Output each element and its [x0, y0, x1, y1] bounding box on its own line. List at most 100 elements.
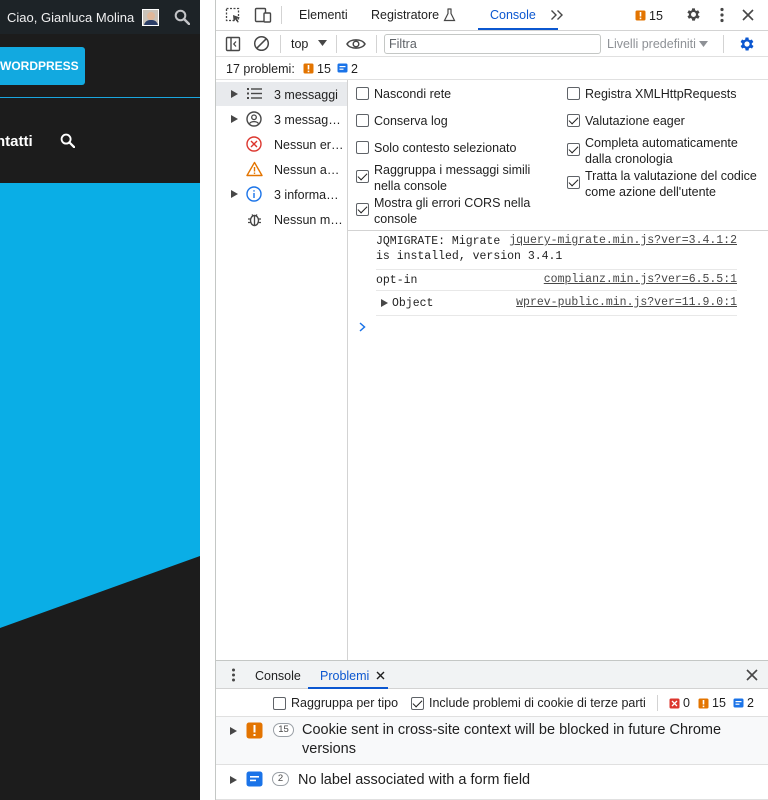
hero-banner — [0, 183, 200, 800]
issues-warning-icon — [303, 63, 314, 74]
include-third-party-checkbox[interactable] — [411, 697, 424, 710]
more-tabs-icon[interactable] — [550, 9, 564, 21]
eye-icon[interactable] — [346, 37, 366, 51]
nav-search-icon[interactable] — [60, 133, 75, 148]
drawer-info-count: 2 — [747, 696, 754, 710]
sidebar-item-errors[interactable]: Nessun errore — [216, 132, 347, 156]
checkbox[interactable] — [356, 170, 369, 183]
expand-arrow-icon[interactable] — [231, 190, 238, 198]
console-message[interactable]: Object wprev-public.min.js?ver=11.9.0:1 — [376, 291, 737, 316]
avatar[interactable] — [142, 9, 159, 26]
close-tab-icon[interactable] — [376, 671, 385, 680]
error-count-icon — [669, 698, 680, 709]
checkbox[interactable] — [356, 141, 369, 154]
console-toolbar: top Livelli predefiniti — [216, 31, 768, 57]
sidebar-item-label: Nessun messaggio dettagliato — [274, 213, 344, 227]
message-source-link[interactable]: wprev-public.min.js?ver=11.9.0:1 — [516, 296, 737, 309]
sidebar-item-label: 3 messaggi utente — [274, 113, 344, 127]
filter-input[interactable] — [384, 34, 601, 54]
sidebar-toggle-icon[interactable] — [225, 36, 241, 52]
console-sidebar: 3 messaggi 3 messaggi utente Nessun erro… — [216, 80, 348, 660]
message-text[interactable]: Object — [392, 296, 433, 311]
drawer-error-count: 0 — [683, 696, 690, 710]
sidebar-item-verbose[interactable]: Nessun messaggio dettagliato — [216, 207, 347, 231]
expand-arrow-icon[interactable] — [231, 115, 238, 123]
issue-count-badge: 15 — [273, 723, 294, 737]
site-header: WORDPRESS — [0, 34, 200, 98]
close-drawer-icon[interactable] — [746, 669, 758, 681]
issue-title[interactable]: Cookie sent in cross-site context will b… — [302, 721, 742, 759]
warnings-count[interactable]: 15 — [649, 9, 663, 23]
issue-row[interactable]: 2 No label associated with a form field — [216, 766, 768, 800]
wordpress-button[interactable]: WORDPRESS — [0, 47, 85, 85]
warning-count-icon — [698, 698, 709, 709]
drawer-tab-console[interactable]: Console — [255, 669, 301, 683]
sidebar-item-warnings[interactable]: Nessun avviso — [216, 157, 347, 181]
issue-count-badge: 2 — [272, 772, 289, 786]
checkbox[interactable] — [567, 87, 580, 100]
sidebar-item-user-messages[interactable]: 3 messaggi utente — [216, 107, 347, 131]
checkbox[interactable] — [356, 114, 369, 127]
tab-registratore[interactable]: Registratore — [371, 8, 439, 22]
active-tab-indicator — [478, 28, 558, 30]
checkbox[interactable] — [567, 143, 580, 156]
levels-chevron-icon[interactable] — [699, 41, 708, 47]
issues-warnings-count[interactable]: 15 — [317, 62, 331, 76]
expand-arrow-icon[interactable] — [231, 90, 238, 98]
issues-info-icon — [337, 63, 348, 73]
close-icon[interactable] — [742, 9, 754, 21]
devtools-panel: Elementi Registratore Console 15 top Fil… — [215, 0, 768, 800]
expand-object-icon[interactable] — [381, 299, 388, 307]
checkbox[interactable] — [567, 114, 580, 127]
search-icon[interactable] — [174, 9, 190, 25]
sidebar-item-label: Nessun errore — [274, 138, 344, 152]
console-prompt-input[interactable] — [376, 318, 756, 338]
flask-icon — [443, 8, 456, 22]
message-text[interactable]: opt-in — [376, 273, 417, 288]
tab-console[interactable]: Console — [490, 8, 536, 22]
sidebar-item-label: Nessun avviso — [274, 163, 344, 177]
log-levels-dropdown[interactable]: Livelli predefiniti — [607, 37, 696, 51]
clear-console-icon[interactable] — [253, 35, 270, 52]
sidebar-item-info[interactable]: 3 informazioni — [216, 182, 347, 206]
drawer-tab-problemi[interactable]: Problemi — [320, 669, 369, 683]
console-settings-icon[interactable] — [738, 35, 756, 53]
issue-row[interactable]: 15 Cookie sent in cross-site context wil… — [216, 717, 768, 765]
group-by-type-checkbox[interactable] — [273, 697, 286, 710]
issues-summary-label[interactable]: 17 problemi: — [226, 62, 295, 76]
console-message[interactable]: JQMIGRATE: Migrate is installed, version… — [376, 233, 737, 270]
tab-elementi[interactable]: Elementi — [299, 8, 348, 22]
drawer-menu-icon[interactable] — [231, 668, 236, 682]
website-viewport: Ciao, Gianluca Molina WORDPRESS ntatti — [0, 0, 200, 800]
bug-icon — [248, 214, 261, 227]
list-icon — [247, 88, 262, 99]
context-selector[interactable]: top — [291, 37, 308, 51]
checkbox[interactable] — [356, 87, 369, 100]
issue-warning-icon — [246, 722, 263, 739]
inspect-element-icon[interactable] — [225, 7, 242, 24]
nav-item-contatti[interactable]: ntatti — [0, 133, 33, 150]
sidebar-item-label: 3 messaggi — [274, 88, 338, 102]
expand-issue-icon[interactable] — [230, 776, 237, 784]
prompt-chevron-icon — [359, 322, 366, 332]
device-toolbar-icon[interactable] — [254, 7, 272, 24]
console-message[interactable]: opt-in complianz.min.js?ver=6.5.5:1 — [376, 270, 737, 291]
site-nav: ntatti — [0, 99, 200, 183]
checkbox[interactable] — [567, 176, 580, 189]
expand-issue-icon[interactable] — [230, 727, 237, 735]
message-source-link[interactable]: complianz.min.js?ver=6.5.5:1 — [544, 273, 737, 286]
group-by-type-label[interactable]: Raggruppa per tipo — [291, 696, 398, 710]
kebab-menu-icon[interactable] — [719, 7, 725, 23]
gear-icon[interactable] — [685, 6, 702, 23]
issues-info-count[interactable]: 2 — [351, 62, 358, 76]
chevron-down-icon[interactable] — [318, 40, 327, 46]
issues-summary-bar[interactable]: 17 problemi: 15 2 — [216, 57, 768, 80]
greeting-label[interactable]: Ciao, Gianluca Molina — [7, 10, 134, 25]
checkbox[interactable] — [356, 203, 369, 216]
sidebar-item-messages[interactable]: 3 messaggi — [216, 82, 347, 106]
drawer-warning-count: 15 — [712, 696, 726, 710]
warning-badge-icon[interactable] — [635, 10, 646, 21]
include-third-party-label[interactable]: Include problemi di cookie di terze part… — [429, 696, 646, 710]
issue-title[interactable]: No label associated with a form field — [298, 771, 738, 790]
message-source-link[interactable]: jquery-migrate.min.js?ver=3.4.1:2 — [509, 234, 737, 247]
